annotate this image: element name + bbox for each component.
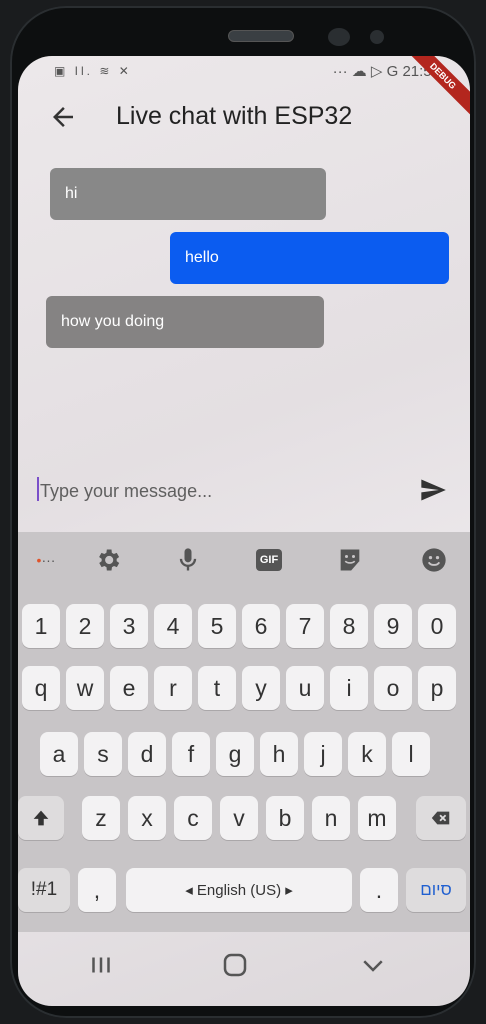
backspace-key[interactable] bbox=[416, 796, 466, 840]
gif-button[interactable]: GIF bbox=[256, 549, 282, 571]
keyboard-toolbar: •··· GIF bbox=[18, 532, 470, 588]
number-key-1[interactable]: 1 bbox=[22, 604, 60, 648]
number-key-3[interactable]: 3 bbox=[110, 604, 148, 648]
number-key-9[interactable]: 9 bbox=[374, 604, 412, 648]
number-key-6[interactable]: 6 bbox=[242, 604, 280, 648]
message-input[interactable] bbox=[38, 476, 402, 506]
front-camera bbox=[328, 28, 350, 46]
letter-key-a[interactable]: a bbox=[40, 732, 78, 776]
letter-key-s[interactable]: s bbox=[84, 732, 122, 776]
letter-key-p[interactable]: p bbox=[418, 666, 456, 710]
letter-key-u[interactable]: u bbox=[286, 666, 324, 710]
letter-key-o[interactable]: o bbox=[374, 666, 412, 710]
screen: ▣ Ιl. ≋ ✕ ··· ☁ ▷ G 21:58 DEBUG Live cha… bbox=[18, 56, 470, 1006]
app-bar: Live chat with ESP32 bbox=[18, 92, 470, 142]
emoji-icon[interactable] bbox=[420, 546, 448, 574]
number-key-4[interactable]: 4 bbox=[154, 604, 192, 648]
letter-key-b[interactable]: b bbox=[266, 796, 304, 840]
page-title: Live chat with ESP32 bbox=[116, 102, 353, 130]
status-bar: ▣ Ιl. ≋ ✕ ··· ☁ ▷ G 21:58 DEBUG bbox=[18, 56, 470, 121]
letter-key-d[interactable]: d bbox=[128, 732, 166, 776]
letter-key-v[interactable]: v bbox=[220, 796, 258, 840]
number-key-5[interactable]: 5 bbox=[198, 604, 236, 648]
composer bbox=[18, 466, 470, 516]
backspace-icon bbox=[431, 811, 450, 825]
status-right-icons: ··· ☁ ▷ G bbox=[332, 63, 399, 80]
microphone-icon[interactable] bbox=[174, 546, 202, 574]
letter-key-j[interactable]: j bbox=[304, 732, 342, 776]
letter-key-f[interactable]: f bbox=[172, 732, 210, 776]
comma-key[interactable]: , bbox=[78, 868, 116, 912]
letter-key-x[interactable]: x bbox=[128, 796, 166, 840]
number-key-8[interactable]: 8 bbox=[330, 604, 368, 648]
earpiece bbox=[228, 30, 294, 42]
letter-key-z[interactable]: z bbox=[82, 796, 120, 840]
shift-key[interactable] bbox=[18, 796, 64, 840]
space-key[interactable]: ◂ English (US) ▸ bbox=[126, 868, 352, 912]
send-icon[interactable] bbox=[418, 476, 448, 504]
number-key-2[interactable]: 2 bbox=[66, 604, 104, 648]
letter-key-e[interactable]: e bbox=[110, 666, 148, 710]
letter-key-g[interactable]: g bbox=[216, 732, 254, 776]
letter-key-h[interactable]: h bbox=[260, 732, 298, 776]
letter-key-n[interactable]: n bbox=[312, 796, 350, 840]
number-key-7[interactable]: 7 bbox=[286, 604, 324, 648]
message-bubble-received: hi bbox=[50, 168, 326, 220]
home-icon[interactable] bbox=[220, 950, 250, 980]
proximity-sensor bbox=[370, 30, 384, 44]
number-key-0[interactable]: 0 bbox=[418, 604, 456, 648]
soft-keyboard: •··· GIF 1234567890 qwertyuiop asdfghjkl zx… bbox=[18, 532, 470, 932]
letter-key-c[interactable]: c bbox=[174, 796, 212, 840]
done-key[interactable]: סיום bbox=[406, 868, 466, 912]
letter-key-l[interactable]: l bbox=[392, 732, 430, 776]
sticker-icon[interactable] bbox=[336, 546, 364, 574]
letter-key-i[interactable]: i bbox=[330, 666, 368, 710]
symbols-key[interactable]: !#1 bbox=[18, 868, 70, 912]
message-bubble-sent: hello bbox=[170, 232, 449, 284]
more-options-icon[interactable]: •··· bbox=[32, 546, 60, 574]
letter-key-t[interactable]: t bbox=[198, 666, 236, 710]
back-arrow-icon[interactable] bbox=[48, 102, 78, 132]
back-chevron-icon[interactable] bbox=[358, 950, 388, 980]
status-left-icons: ▣ Ιl. ≋ ✕ bbox=[54, 64, 132, 78]
letter-key-w[interactable]: w bbox=[66, 666, 104, 710]
shift-icon bbox=[33, 810, 49, 826]
gear-icon[interactable] bbox=[94, 546, 122, 574]
letter-key-y[interactable]: y bbox=[242, 666, 280, 710]
letter-key-m[interactable]: m bbox=[358, 796, 396, 840]
system-nav-bar bbox=[18, 936, 470, 996]
recent-apps-icon[interactable] bbox=[86, 950, 116, 980]
letter-key-r[interactable]: r bbox=[154, 666, 192, 710]
period-key[interactable]: . bbox=[360, 868, 398, 912]
letter-key-q[interactable]: q bbox=[22, 666, 60, 710]
letter-key-k[interactable]: k bbox=[348, 732, 386, 776]
message-bubble-received: how you doing bbox=[46, 296, 324, 348]
